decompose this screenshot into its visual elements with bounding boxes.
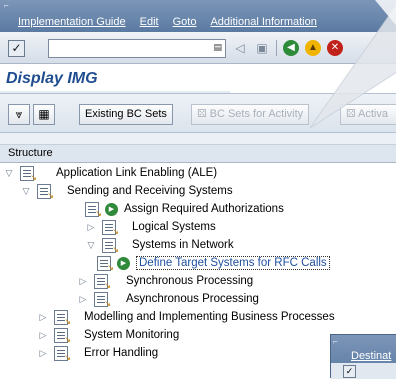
- tree-node-label: System Monitoring: [84, 329, 180, 341]
- tree-node-ale[interactable]: ▽ ↘ Application Link Enabling (ALE): [4, 164, 217, 182]
- toolbar-separator: [276, 40, 277, 56]
- callout-pointer: [309, 0, 396, 129]
- save-icon[interactable]: ▣: [254, 40, 270, 56]
- tree-node-error-handling[interactable]: ▷ ↘ Error Handling: [38, 344, 158, 362]
- tree-node-label: Define Target Systems for RFC Calls: [136, 256, 330, 270]
- document-icon: ↘: [54, 345, 71, 361]
- command-field[interactable]: ▤: [48, 39, 226, 58]
- menu-implementation-guide[interactable]: Implementation Guide: [18, 16, 126, 28]
- collapsed-toggle-icon[interactable]: ▷: [86, 222, 96, 233]
- document-icon: ↘: [85, 201, 102, 217]
- collapsed-toggle-icon[interactable]: ▷: [38, 348, 48, 359]
- tree-node-synchronous[interactable]: ▷ ↘ Synchronous Processing: [78, 272, 253, 290]
- document-icon: ↘: [20, 165, 37, 181]
- tree-node-label: Synchronous Processing: [126, 275, 254, 287]
- document-icon: ↘: [37, 183, 54, 199]
- tree-node-modelling[interactable]: ▷ ↘ Modelling and Implementing Business …: [38, 308, 335, 326]
- collapsed-toggle-icon[interactable]: ▷: [38, 312, 48, 323]
- document-icon: ↘: [97, 255, 114, 271]
- tree-node-define-target-systems[interactable]: ↘ ▶ Define Target Systems for RFC Calls: [97, 254, 330, 272]
- tree-node-label: Modelling and Implementing Business Proc…: [84, 311, 335, 323]
- expanded-toggle-icon[interactable]: ▽: [4, 168, 14, 179]
- tree-node-asynchronous[interactable]: ▷ ↘ Asynchronous Processing: [78, 290, 259, 308]
- document-icon: ↘: [94, 273, 111, 289]
- collapsed-toggle-icon[interactable]: ▷: [78, 276, 88, 287]
- tree-node-label: Asynchronous Processing: [126, 293, 259, 305]
- tree-node-label: Assign Required Authorizations: [124, 203, 284, 215]
- tree-node-logical-systems[interactable]: ▷ ↘ Logical Systems: [86, 218, 216, 236]
- tree-node-label: Systems in Network: [132, 239, 234, 251]
- execute-clock-icon[interactable]: ▶: [105, 202, 118, 216]
- area-divider: [0, 133, 396, 145]
- tree-node-label: Sending and Receiving Systems: [67, 185, 233, 197]
- existing-bc-sets-button[interactable]: Existing BC Sets: [79, 104, 173, 125]
- tree-node-label: Logical Systems: [132, 221, 216, 233]
- execute-clock-icon[interactable]: ▶: [117, 256, 130, 270]
- bc-set-icon: ⚄: [197, 108, 207, 120]
- tree-node-assign-authorizations[interactable]: ↘ ▶ Assign Required Authorizations: [85, 200, 284, 218]
- enter-icon[interactable]: ✓: [343, 365, 356, 378]
- back-icon[interactable]: ◁: [232, 40, 248, 56]
- collapsed-toggle-icon[interactable]: ▷: [78, 294, 88, 305]
- sap-window-icon[interactable]: ⌐: [4, 2, 14, 10]
- menu-edit[interactable]: Edit: [140, 16, 159, 28]
- menu-goto[interactable]: Goto: [173, 16, 197, 28]
- document-icon: ↘: [102, 237, 119, 253]
- tree-node-label: Error Handling: [84, 347, 159, 359]
- structure-icon[interactable]: ▦: [33, 104, 55, 125]
- tree-node-system-monitoring[interactable]: ▷ ↘ System Monitoring: [38, 326, 179, 344]
- tree-node-systems-in-network[interactable]: ▽ ↘ Systems in Network: [86, 236, 234, 254]
- page-title: Display IMG: [6, 70, 98, 87]
- secondary-window-fragment: ⌐ Destinat ✓: [330, 334, 396, 379]
- enter-icon[interactable]: ✓: [8, 40, 25, 57]
- tree-node-label: Application Link Enabling (ALE): [56, 167, 218, 179]
- document-icon: ↘: [94, 291, 111, 307]
- document-icon: ↘: [54, 327, 71, 343]
- collapse-all-icon[interactable]: ⩔: [8, 104, 30, 125]
- collapsed-toggle-icon[interactable]: ▷: [38, 330, 48, 341]
- menu-destination[interactable]: Destinat: [351, 350, 391, 362]
- menu-items: Implementation Guide Edit Goto Additiona…: [18, 16, 317, 28]
- document-icon: ↘: [102, 219, 119, 235]
- tree-node-sending-receiving[interactable]: ▽ ↘ Sending and Receiving Systems: [21, 182, 233, 200]
- history-dropdown-icon[interactable]: ▤: [213, 42, 222, 53]
- sap-window-icon[interactable]: ⌐: [333, 337, 338, 346]
- expanded-toggle-icon[interactable]: ▽: [21, 186, 31, 197]
- document-icon: ↘: [54, 309, 71, 325]
- expanded-toggle-icon[interactable]: ▽: [86, 240, 96, 251]
- tree-column-header: Structure: [0, 145, 396, 163]
